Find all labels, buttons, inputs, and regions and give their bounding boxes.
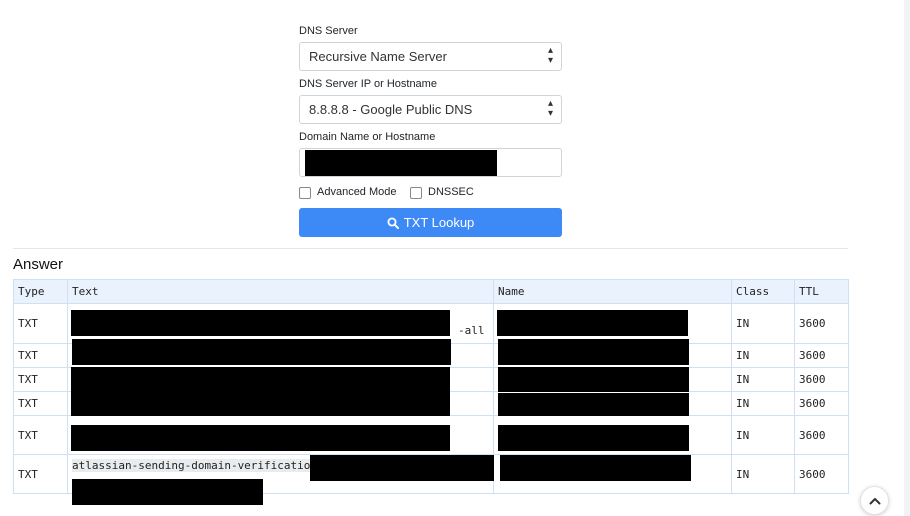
updown-caret-icon: ▴ ▾ xyxy=(547,98,553,119)
redaction-block xyxy=(305,150,497,176)
dnssec-checkbox[interactable] xyxy=(410,187,422,199)
redaction-block xyxy=(71,425,450,451)
cell-text xyxy=(67,367,494,393)
answer-heading: Answer xyxy=(13,256,64,273)
table-row: TXT atlassian-sending-domain-verificatio… xyxy=(13,454,849,505)
cell-type: TXT xyxy=(13,391,68,416)
redaction-block xyxy=(497,310,688,336)
column-header-ttl: TTL xyxy=(794,279,849,304)
scroll-to-top-button[interactable] xyxy=(860,486,889,515)
redaction-block xyxy=(71,367,450,393)
cell-name xyxy=(493,391,732,419)
options-row: Advanced Mode DNSSEC xyxy=(299,185,562,201)
redaction-block xyxy=(500,455,691,481)
cell-type: TXT xyxy=(13,415,68,455)
dns-ip-select[interactable]: 8.8.8.8 - Google Public DNS ▴ ▾ xyxy=(299,95,562,124)
cell-name xyxy=(493,415,732,455)
domain-input[interactable] xyxy=(299,148,562,177)
table-row: TXT IN 3600 xyxy=(13,339,849,368)
cell-name xyxy=(493,303,732,344)
cell-class: IN xyxy=(731,343,795,368)
chevron-up-icon xyxy=(869,497,880,504)
cell-ttl: 3600 xyxy=(794,415,849,455)
cell-class: IN xyxy=(731,367,795,392)
redaction-block xyxy=(72,479,263,505)
cell-class: IN xyxy=(731,391,795,416)
redaction-block xyxy=(498,425,689,451)
table-row: TXT -all IN 3600 xyxy=(13,303,849,344)
redaction-block xyxy=(71,310,450,336)
column-header-name: Name xyxy=(493,279,732,304)
redaction-block xyxy=(498,339,689,365)
cell-text xyxy=(67,415,494,455)
section-divider xyxy=(13,248,848,249)
dns-server-select[interactable]: Recursive Name Server ▴ ▾ xyxy=(299,42,562,71)
column-header-type: Type xyxy=(13,279,68,304)
table-row: TXT IN 3600 xyxy=(13,415,849,455)
cell-class: IN xyxy=(731,303,795,344)
txt-lookup-label: TXT Lookup xyxy=(403,215,475,230)
dns-ip-selected-value: 8.8.8.8 - Google Public DNS xyxy=(309,102,473,117)
column-header-class: Class xyxy=(731,279,795,304)
redaction-block xyxy=(71,392,450,418)
cell-type: TXT xyxy=(13,454,68,494)
cell-type: TXT xyxy=(13,367,68,392)
answer-table: Type Text Name Class TTL TXT -all IN 360… xyxy=(13,279,849,505)
dnssec-label: DNSSEC xyxy=(428,186,474,198)
dns-ip-label: DNS Server IP or Hostname xyxy=(299,78,437,90)
cell-ttl: 3600 xyxy=(794,343,849,368)
scrollbar-gutter xyxy=(904,0,910,516)
cell-ttl: 3600 xyxy=(794,391,849,416)
cell-name xyxy=(493,339,732,368)
cell-name xyxy=(493,367,732,393)
cell-text: atlassian-sending-domain-verification= xyxy=(67,454,501,505)
cell-text: -all xyxy=(67,303,494,344)
txt-lookup-button[interactable]: TXT Lookup xyxy=(299,208,562,237)
dns-server-selected-value: Recursive Name Server xyxy=(309,49,447,64)
cell-text xyxy=(67,391,494,418)
cell-ttl: 3600 xyxy=(794,303,849,344)
cell-name xyxy=(493,454,732,494)
table-row: TXT IN 3600 xyxy=(13,367,849,393)
cell-class: IN xyxy=(731,454,795,494)
text-value: atlassian-sending-domain-verification= xyxy=(72,459,324,472)
redaction-block xyxy=(72,339,451,365)
cell-type: TXT xyxy=(13,303,68,344)
cell-class: IN xyxy=(731,415,795,455)
redaction-block xyxy=(498,367,689,393)
advanced-mode-checkbox[interactable] xyxy=(299,187,311,199)
cell-ttl: 3600 xyxy=(794,454,849,494)
column-header-text: Text xyxy=(67,279,494,304)
advanced-mode-label: Advanced Mode xyxy=(317,186,397,198)
table-row: TXT IN 3600 xyxy=(13,391,849,419)
cell-type: TXT xyxy=(13,343,68,368)
table-header-row: Type Text Name Class TTL xyxy=(13,279,849,304)
domain-label: Domain Name or Hostname xyxy=(299,131,436,143)
redaction-block xyxy=(310,455,501,481)
dns-server-label: DNS Server xyxy=(299,25,358,37)
updown-caret-icon: ▴ ▾ xyxy=(547,45,553,66)
cell-ttl: 3600 xyxy=(794,367,849,392)
text-value: -all xyxy=(458,324,485,337)
cell-text xyxy=(67,339,494,368)
search-icon xyxy=(387,217,399,229)
